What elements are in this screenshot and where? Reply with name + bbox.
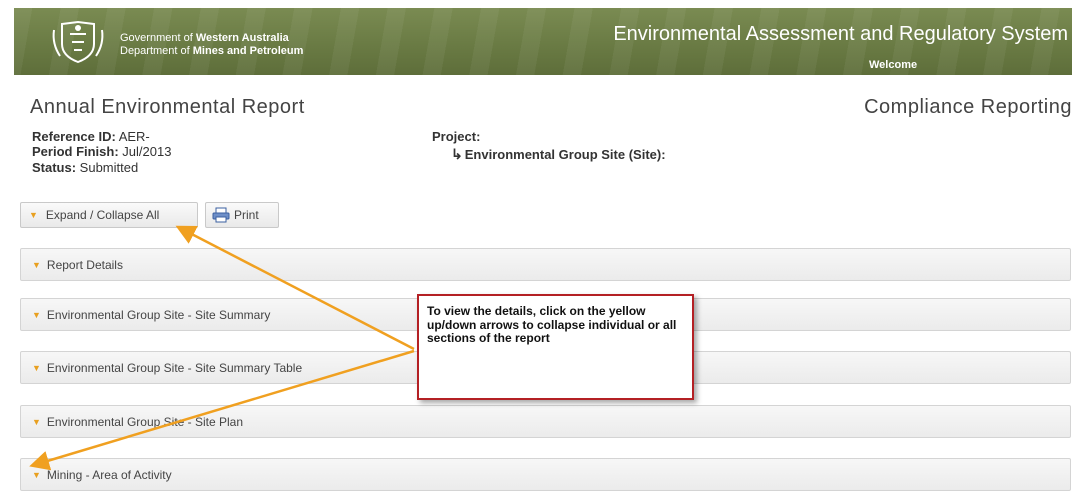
caret-down-icon: ▼ bbox=[32, 362, 41, 373]
caret-down-icon: ▼ bbox=[32, 309, 41, 320]
welcome-text: Welcome bbox=[869, 59, 918, 71]
printer-icon bbox=[212, 207, 230, 223]
section-label: Report Details bbox=[46, 257, 123, 272]
print-button[interactable]: Print bbox=[205, 202, 279, 228]
expand-collapse-label: Expand / Collapse All bbox=[45, 208, 160, 222]
caret-down-icon: ▼ bbox=[32, 416, 41, 427]
section-label: Mining - Area of Activity bbox=[46, 467, 172, 482]
turn-right-arrow-icon: ↳ bbox=[451, 146, 463, 162]
project-site: ↳ Environmental Group Site (Site): bbox=[451, 146, 666, 162]
section-label: Environmental Group Site - Site Summary … bbox=[46, 360, 303, 375]
section-heading: Compliance Reporting bbox=[864, 96, 1072, 118]
caret-down-icon: ▼ bbox=[32, 259, 41, 270]
instruction-callout: To view the details, click on the yellow… bbox=[417, 294, 694, 400]
print-label: Print bbox=[234, 208, 259, 222]
caret-down-icon: ▼ bbox=[29, 210, 38, 220]
caret-down-icon: ▼ bbox=[32, 469, 41, 480]
expand-collapse-all-button[interactable]: ▼ Expand / Collapse All bbox=[20, 202, 198, 228]
period-finish: Period Finish: Jul/2013 bbox=[32, 144, 172, 159]
section-label: Environmental Group Site - Site Summary bbox=[46, 307, 271, 322]
wa-crest-icon bbox=[52, 20, 104, 64]
page-title: Annual Environmental Report bbox=[30, 96, 305, 118]
project-label: Project: bbox=[432, 129, 481, 144]
section-site-plan[interactable]: ▼ Environmental Group Site - Site Plan bbox=[20, 405, 1071, 438]
header-banner: Government of Western Australia Departme… bbox=[14, 8, 1072, 75]
section-label: Environmental Group Site - Site Plan bbox=[46, 414, 244, 429]
status: Status: Submitted bbox=[32, 160, 139, 175]
section-report-details[interactable]: ▼ Report Details bbox=[20, 248, 1071, 281]
gov-line-1: Government of Western Australia bbox=[120, 32, 289, 44]
reference-id: Reference ID: AER- bbox=[32, 129, 150, 144]
section-mining-area-of-activity[interactable]: ▼ Mining - Area of Activity bbox=[20, 458, 1071, 491]
gov-line-2: Department of Mines and Petroleum bbox=[120, 45, 304, 57]
system-title: Environmental Assessment and Regulatory … bbox=[613, 23, 1068, 45]
